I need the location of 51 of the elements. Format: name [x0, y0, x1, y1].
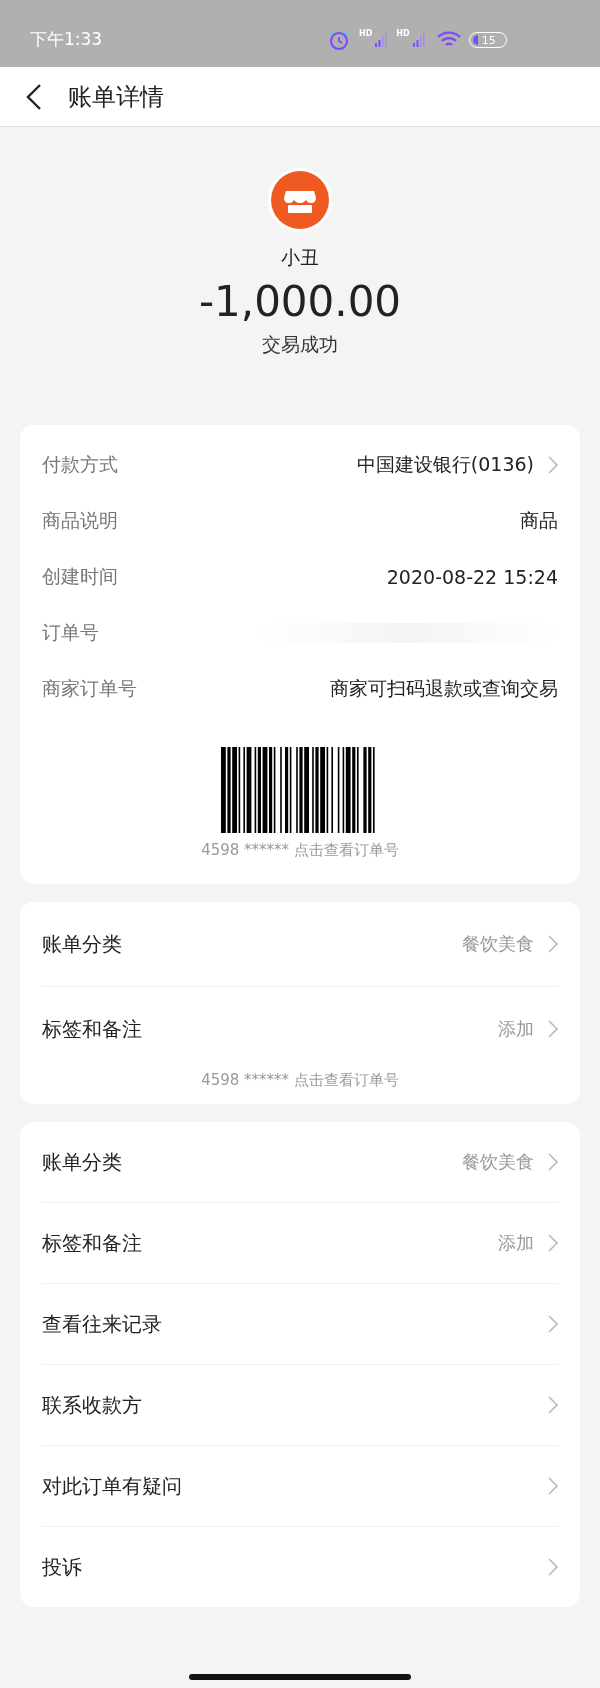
detail-label: 商家订单号 — [42, 676, 138, 701]
alarm-clock-icon — [328, 29, 350, 51]
transaction-status: 交易成功 — [262, 332, 338, 357]
row-label: 对此订单有疑问 — [42, 1472, 183, 1500]
hd-label: HD — [359, 29, 373, 38]
chevron-icon — [548, 1020, 558, 1038]
row-label: 账单分类 — [42, 1148, 123, 1176]
back-icon[interactable] — [26, 82, 42, 111]
chevron-icon — [548, 1315, 558, 1333]
chevron-icon — [548, 1396, 558, 1414]
detail-value: 商家可扫码退款或查询交易 — [330, 676, 558, 701]
order-number-caption: 4598 ****** 点击查看订单号 — [201, 1071, 399, 1090]
list-row[interactable]: 标签和备注 添加 — [42, 987, 558, 1071]
row-value: 添加 — [498, 1231, 534, 1255]
row-label: 标签和备注 — [42, 1229, 143, 1257]
chevron-icon — [548, 1234, 558, 1252]
row-label: 联系收款方 — [42, 1391, 143, 1419]
signal-icon — [375, 32, 388, 48]
row-value: 餐饮美食 — [462, 932, 534, 956]
list-row[interactable]: 账单分类 餐饮美食 — [42, 1122, 558, 1203]
detail-label: 付款方式 — [42, 452, 119, 477]
row-value: 餐饮美食 — [462, 1150, 534, 1174]
chevron-icon — [548, 935, 558, 953]
row-value: 添加 — [498, 1017, 534, 1041]
row-label: 投诉 — [42, 1553, 83, 1581]
detail-label: 创建时间 — [42, 564, 119, 589]
hd-label: HD — [396, 29, 410, 38]
page-title: 账单详情 — [68, 81, 164, 113]
chevron-icon — [548, 1153, 558, 1171]
list-row[interactable]: 对此订单有疑问 — [42, 1446, 558, 1527]
detail-value: 商品 — [520, 508, 558, 533]
list-row[interactable]: 投诉 — [42, 1527, 558, 1607]
signal-icon — [412, 32, 425, 48]
chevron-icon — [548, 1477, 558, 1495]
list-row[interactable]: 标签和备注 添加 — [42, 1203, 558, 1284]
battery-level: 15 — [481, 33, 496, 47]
chevron-icon — [548, 1558, 558, 1576]
row-label: 账单分类 — [42, 930, 123, 958]
list-row[interactable]: 账单分类 餐饮美食 — [42, 902, 558, 987]
merchant-name: 小丑 — [281, 245, 319, 270]
row-label: 标签和备注 — [42, 1015, 143, 1043]
detail-label: 商品说明 — [42, 508, 119, 533]
amount: -1,000.00 — [198, 277, 402, 326]
list-row[interactable]: 联系收款方 — [42, 1365, 558, 1446]
clock-time: 下午1:33 — [30, 28, 104, 51]
shop-icon — [267, 167, 333, 233]
detail-label: 订单号 — [42, 620, 100, 645]
detail-value: 中国建设银行(0136) — [356, 452, 534, 477]
list-row[interactable]: 查看往来记录 — [42, 1284, 558, 1365]
detail-value: 2020-08-22 15:24 — [386, 566, 558, 588]
row-label: 查看往来记录 — [42, 1310, 163, 1338]
